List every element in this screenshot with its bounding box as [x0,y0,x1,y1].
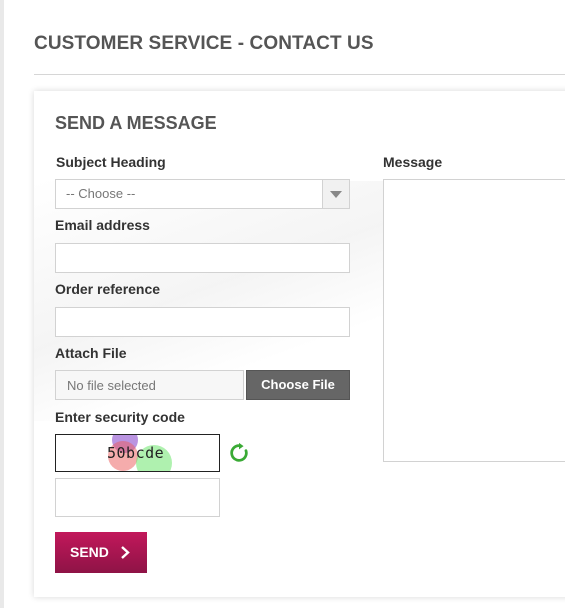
email-address-label: Email address [55,217,150,233]
contact-form-panel: SEND A MESSAGE Subject Heading -- Choose… [34,91,565,597]
page-title: CUSTOMER SERVICE - CONTACT US [34,33,374,54]
file-name-display[interactable]: No file selected [55,370,244,400]
form-heading: SEND A MESSAGE [55,113,217,133]
left-edge-rule [0,0,4,608]
title-divider [34,74,565,75]
security-code-label: Enter security code [55,409,185,425]
refresh-icon[interactable] [228,442,250,464]
message-label: Message [383,154,443,170]
subject-heading-select[interactable]: -- Choose -- [55,179,350,209]
order-reference-label: Order reference [55,281,161,297]
chevron-right-icon [121,546,130,559]
email-field[interactable] [55,243,350,273]
send-button[interactable]: SEND [55,532,147,573]
message-textarea[interactable] [383,179,565,462]
choose-file-button[interactable]: Choose File [246,370,350,400]
subject-heading-selected-value: -- Choose -- [66,186,136,201]
chevron-down-icon[interactable] [322,180,349,208]
order-reference-field[interactable] [55,307,350,337]
security-code-field[interactable] [55,478,220,517]
subject-heading-label: Subject Heading [56,154,166,170]
attach-file-label: Attach File [55,345,127,361]
captcha-code-text: 50bcde [107,444,165,462]
send-button-label: SEND [70,544,109,560]
file-status-text: No file selected [67,378,156,393]
captcha-image: 50bcde [55,434,220,472]
